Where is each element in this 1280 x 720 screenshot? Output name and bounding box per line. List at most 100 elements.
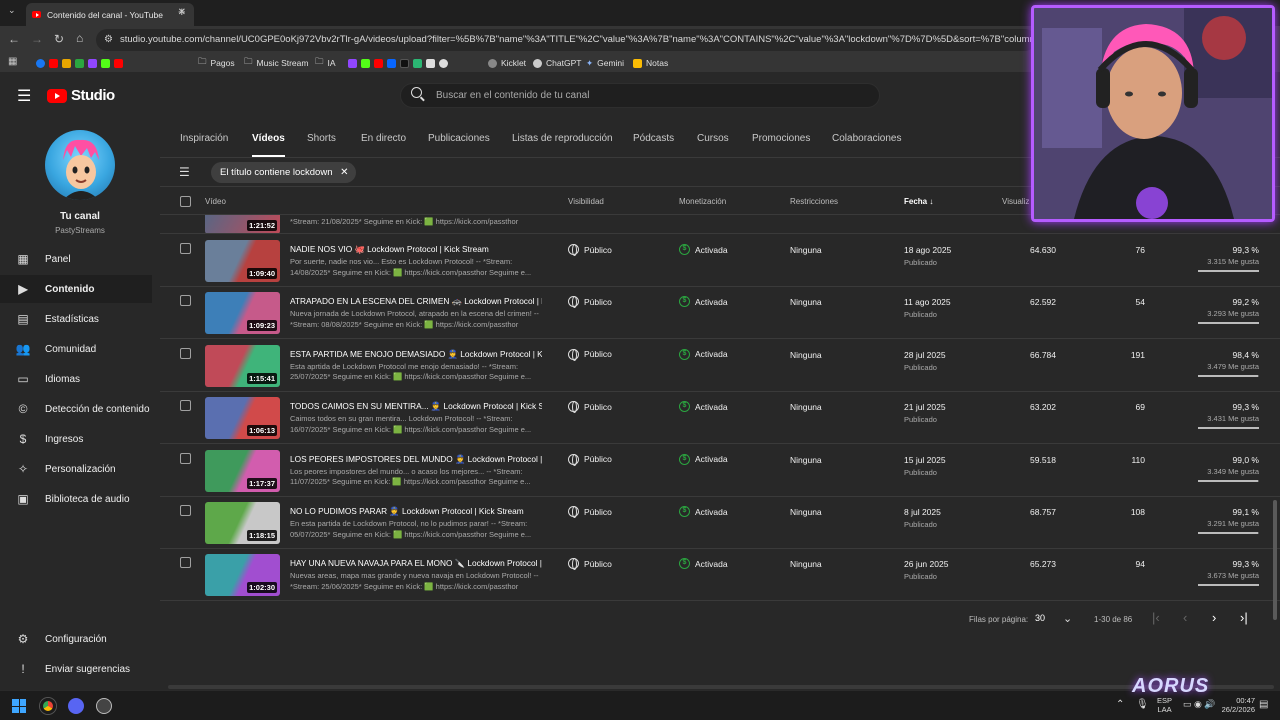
visibility-cell[interactable]: Público: [568, 453, 612, 466]
sidebar-item-contenido[interactable]: ▶ Contenido: [0, 275, 152, 303]
tab-publicaciones[interactable]: Publicaciones: [428, 133, 490, 144]
tab-search-icon[interactable]: ⌄: [8, 5, 16, 16]
visibility-cell[interactable]: Público: [568, 244, 612, 256]
row-checkbox[interactable]: [180, 347, 191, 359]
site-settings-icon[interactable]: ⚙: [104, 29, 113, 51]
url-field[interactable]: ⚙ studio.youtube.com/channel/UC0GPE0oKj9…: [96, 29, 1036, 51]
col-date[interactable]: Fecha ↓: [904, 197, 933, 206]
monetization-cell[interactable]: $ Activada: [679, 296, 728, 308]
first-page-icon[interactable]: |‹: [1152, 610, 1160, 625]
video-thumbnail[interactable]: 1:21:52: [205, 215, 280, 233]
bookmark-favicons[interactable]: [36, 57, 123, 69]
prev-page-icon[interactable]: ‹: [1183, 610, 1187, 625]
col-visibility[interactable]: Visibilidad: [568, 197, 604, 206]
tab-inspiracion[interactable]: Inspiración: [180, 133, 228, 144]
apps-grid-icon[interactable]: ▦: [8, 56, 17, 67]
video-title[interactable]: NADIE NOS VIO 🐙 Lockdown Protocol | Kick…: [290, 244, 542, 255]
sidebar-item-ingresos[interactable]: $ Ingresos: [0, 425, 152, 453]
windows-start-icon[interactable]: [12, 699, 26, 713]
back-icon[interactable]: ←: [8, 32, 20, 46]
browser-tab[interactable]: Contenido del canal - YouTube ✕: [26, 3, 194, 26]
system-tray-icons[interactable]: ▭ ◉ 🔊: [1183, 699, 1216, 710]
video-title[interactable]: TODOS CAIMOS EN SU MENTIRA... 👮 Lockdown…: [290, 401, 542, 412]
sidebar-item-comunidad[interactable]: 👥 Comunidad: [0, 335, 152, 363]
last-page-icon[interactable]: ›|: [1240, 610, 1248, 625]
table-row[interactable]: 1:06:13 TODOS CAIMOS EN SU MENTIRA... 👮 …: [160, 392, 1280, 445]
visibility-cell[interactable]: Público: [568, 506, 612, 518]
table-row[interactable]: 1:09:23 ATRAPADO EN LA ESCENA DEL CRIMEN…: [160, 287, 1280, 340]
sidebar-item-personalizacion[interactable]: ✧ Personalización: [0, 455, 152, 483]
col-views[interactable]: Visualiz: [1002, 197, 1029, 206]
filter-icon[interactable]: ☰: [179, 165, 190, 179]
video-thumbnail[interactable]: 1:09:40: [205, 240, 280, 282]
notifications-icon[interactable]: ▤: [1259, 699, 1268, 710]
row-checkbox[interactable]: [180, 505, 191, 516]
discord-icon[interactable]: [68, 698, 84, 714]
next-page-icon[interactable]: ›: [1212, 610, 1216, 625]
monetization-cell[interactable]: $ Activada: [679, 506, 728, 517]
tab-videos[interactable]: Vídeos: [252, 133, 285, 157]
row-checkbox[interactable]: [180, 295, 191, 307]
new-tab-icon[interactable]: +: [178, 4, 186, 19]
rows-per-page-select[interactable]: 30 ⌄: [1035, 613, 1080, 627]
bookmark-chatgpt[interactable]: ChatGPT: [533, 57, 581, 69]
bookmark-kicklet[interactable]: Kicklet: [488, 57, 526, 69]
sidebar-item-estadisticas[interactable]: ▤ Estadísticas: [0, 305, 152, 333]
remove-filter-icon[interactable]: ✕: [340, 162, 348, 183]
clock[interactable]: 00:47 26/2/2026: [1215, 696, 1255, 714]
bookmark-folder-music-stream[interactable]: 🗀 Music Stream: [244, 56, 308, 69]
tab-en-directo[interactable]: En directo: [361, 133, 406, 144]
forward-icon[interactable]: →: [31, 32, 43, 46]
video-title[interactable]: ATRAPADO EN LA ESCENA DEL CRIMEN 🚓 Lockd…: [290, 296, 542, 307]
row-checkbox[interactable]: [180, 243, 191, 254]
table-row[interactable]: 1:17:37 LOS PEORES IMPOSTORES DEL MUNDO …: [160, 445, 1280, 497]
row-checkbox[interactable]: [180, 452, 191, 464]
sidebar-item-panel[interactable]: ▦ Panel: [0, 245, 152, 273]
monetization-cell[interactable]: $ Activada: [679, 558, 728, 570]
tab-promociones[interactable]: Promociones: [752, 133, 810, 144]
col-monetization[interactable]: Monetización: [679, 197, 726, 206]
select-all-checkbox[interactable]: [180, 196, 191, 207]
tab-colaboraciones[interactable]: Colaboraciones: [832, 133, 902, 144]
row-checkbox[interactable]: [180, 557, 191, 569]
bookmark-folder-ia[interactable]: 🗀 IA: [315, 56, 336, 69]
filter-chip[interactable]: El título contiene lockdown ✕: [211, 162, 357, 183]
video-thumbnail[interactable]: 1:18:15: [205, 502, 280, 544]
sidebar-item-sugerencias[interactable]: ! Enviar sugerencias: [0, 655, 152, 683]
hamburger-menu-icon[interactable]: ☰: [17, 86, 31, 106]
bookmark-gemini[interactable]: ✦ Gemini: [586, 57, 624, 69]
reload-icon[interactable]: ↻: [54, 32, 64, 46]
app-icon[interactable]: [96, 698, 112, 714]
tab-podcasts[interactable]: Pódcasts: [633, 133, 674, 144]
table-row[interactable]: 1:02:30 HAY UNA NUEVA NAVAJA PARA EL MON…: [160, 549, 1280, 602]
table-row[interactable]: 1:18:15 NO LO PUDIMOS PARAR 👮 Lockdown P…: [160, 497, 1280, 549]
visibility-cell[interactable]: Público: [568, 558, 612, 571]
video-title[interactable]: NO LO PUDIMOS PARAR 👮 Lockdown Protocol …: [290, 506, 542, 517]
monetization-cell[interactable]: $ Activada: [679, 348, 728, 360]
chrome-icon[interactable]: [40, 698, 56, 714]
tab-cursos[interactable]: Cursos: [697, 133, 729, 144]
video-title[interactable]: LOS PEORES IMPOSTORES DEL MUNDO 👮 Lockdo…: [290, 454, 542, 465]
language-indicator[interactable]: ESP LAA: [1157, 696, 1172, 714]
video-thumbnail[interactable]: 1:17:37: [205, 449, 280, 492]
video-title[interactable]: ESTA PARTIDA ME ENOJO DEMASIADO 👮 Lockdo…: [290, 349, 542, 360]
visibility-cell[interactable]: Público: [568, 401, 612, 414]
video-thumbnail[interactable]: 1:15:41: [205, 344, 280, 387]
avatar[interactable]: [45, 130, 115, 200]
video-thumbnail[interactable]: 1:06:13: [205, 397, 280, 440]
sidebar-item-deteccion[interactable]: © Detección de contenido: [0, 395, 152, 423]
visibility-cell[interactable]: Público: [568, 296, 612, 309]
horizontal-scrollbar[interactable]: [168, 685, 1274, 689]
bookmark-notas[interactable]: Notas: [633, 57, 668, 69]
monetization-cell[interactable]: $ Activada: [679, 244, 728, 255]
vertical-scrollbar[interactable]: [1273, 500, 1277, 620]
bookmark-folder-pagos[interactable]: 🗀 Pagos: [198, 56, 235, 69]
video-thumbnail[interactable]: 1:09:23: [205, 292, 280, 335]
video-title[interactable]: HAY UNA NUEVA NAVAJA PARA EL MONO 🔪 Lock…: [290, 558, 542, 569]
monetization-cell[interactable]: $ Activada: [679, 401, 728, 413]
col-restrictions[interactable]: Restricciones: [790, 197, 838, 206]
studio-logo[interactable]: Studio: [47, 87, 115, 104]
sidebar-item-idiomas[interactable]: ▭ Idiomas: [0, 365, 152, 393]
table-row[interactable]: 1:09:40 NADIE NOS VIO 🐙 Lockdown Protoco…: [160, 235, 1280, 287]
tab-listas[interactable]: Listas de reproducción: [512, 133, 613, 144]
